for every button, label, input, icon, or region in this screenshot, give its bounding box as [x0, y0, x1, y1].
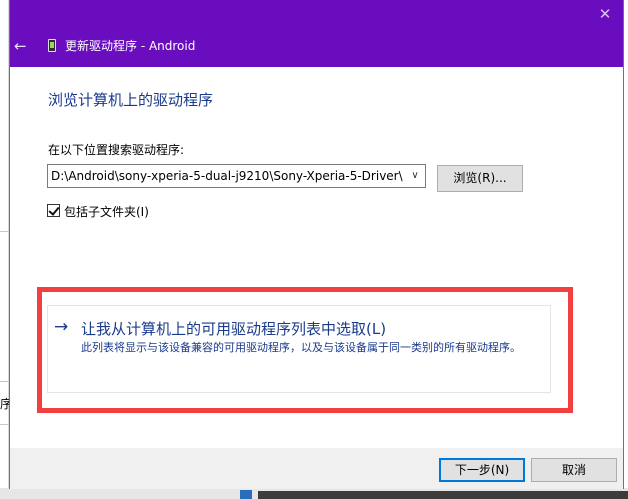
title-bar: ✕ ← 更新驱动程序 - Android [10, 0, 623, 67]
pick-option-description: 此列表将显示与该设备兼容的可用驱动程序，以及与该设备属于同一类别的所有驱动程序。 [81, 341, 521, 354]
taskbar-app-icon [240, 490, 252, 499]
next-button[interactable]: 下一步(N) [439, 458, 525, 482]
cancel-button[interactable]: 取消 [531, 458, 617, 482]
back-arrow-icon[interactable]: ← [14, 38, 30, 54]
background-window-bottom [258, 491, 628, 499]
update-driver-dialog: ✕ ← 更新驱动程序 - Android 浏览计算机上的驱动程序 在以下位置搜索… [9, 0, 624, 489]
pick-from-list-option[interactable]: → 让我从计算机上的可用驱动程序列表中选取(L) 此列表将显示与该设备兼容的可用… [47, 305, 551, 393]
browse-button[interactable]: 浏览(R)... [437, 165, 523, 192]
background-divider [0, 381, 9, 382]
driver-path-combobox[interactable]: D:\Android\sony-xperia-5-dual-j9210\Sony… [47, 164, 426, 188]
background-text-fragment: 序 [0, 397, 9, 411]
background-divider [0, 424, 9, 425]
search-location-label: 在以下位置搜索驱动程序: [48, 143, 185, 157]
include-subfolders-checkbox[interactable] [47, 204, 60, 217]
window-title: 更新驱动程序 - Android [65, 39, 196, 53]
close-icon[interactable]: ✕ [597, 6, 613, 22]
phone-device-icon [48, 39, 56, 52]
chevron-down-icon[interactable]: ∨ [408, 168, 422, 184]
background-divider [0, 231, 9, 232]
dialog-footer: 下一步(N) 取消 [10, 448, 623, 489]
driver-path-input[interactable]: D:\Android\sony-xperia-5-dual-j9210\Sony… [51, 169, 403, 183]
pick-option-title[interactable]: 让我从计算机上的可用驱动程序列表中选取(L) [81, 318, 386, 339]
arrow-right-icon: → [54, 317, 69, 337]
page-title: 浏览计算机上的驱动程序 [48, 91, 214, 109]
include-subfolders-label[interactable]: 包括子文件夹(I) [64, 203, 149, 220]
